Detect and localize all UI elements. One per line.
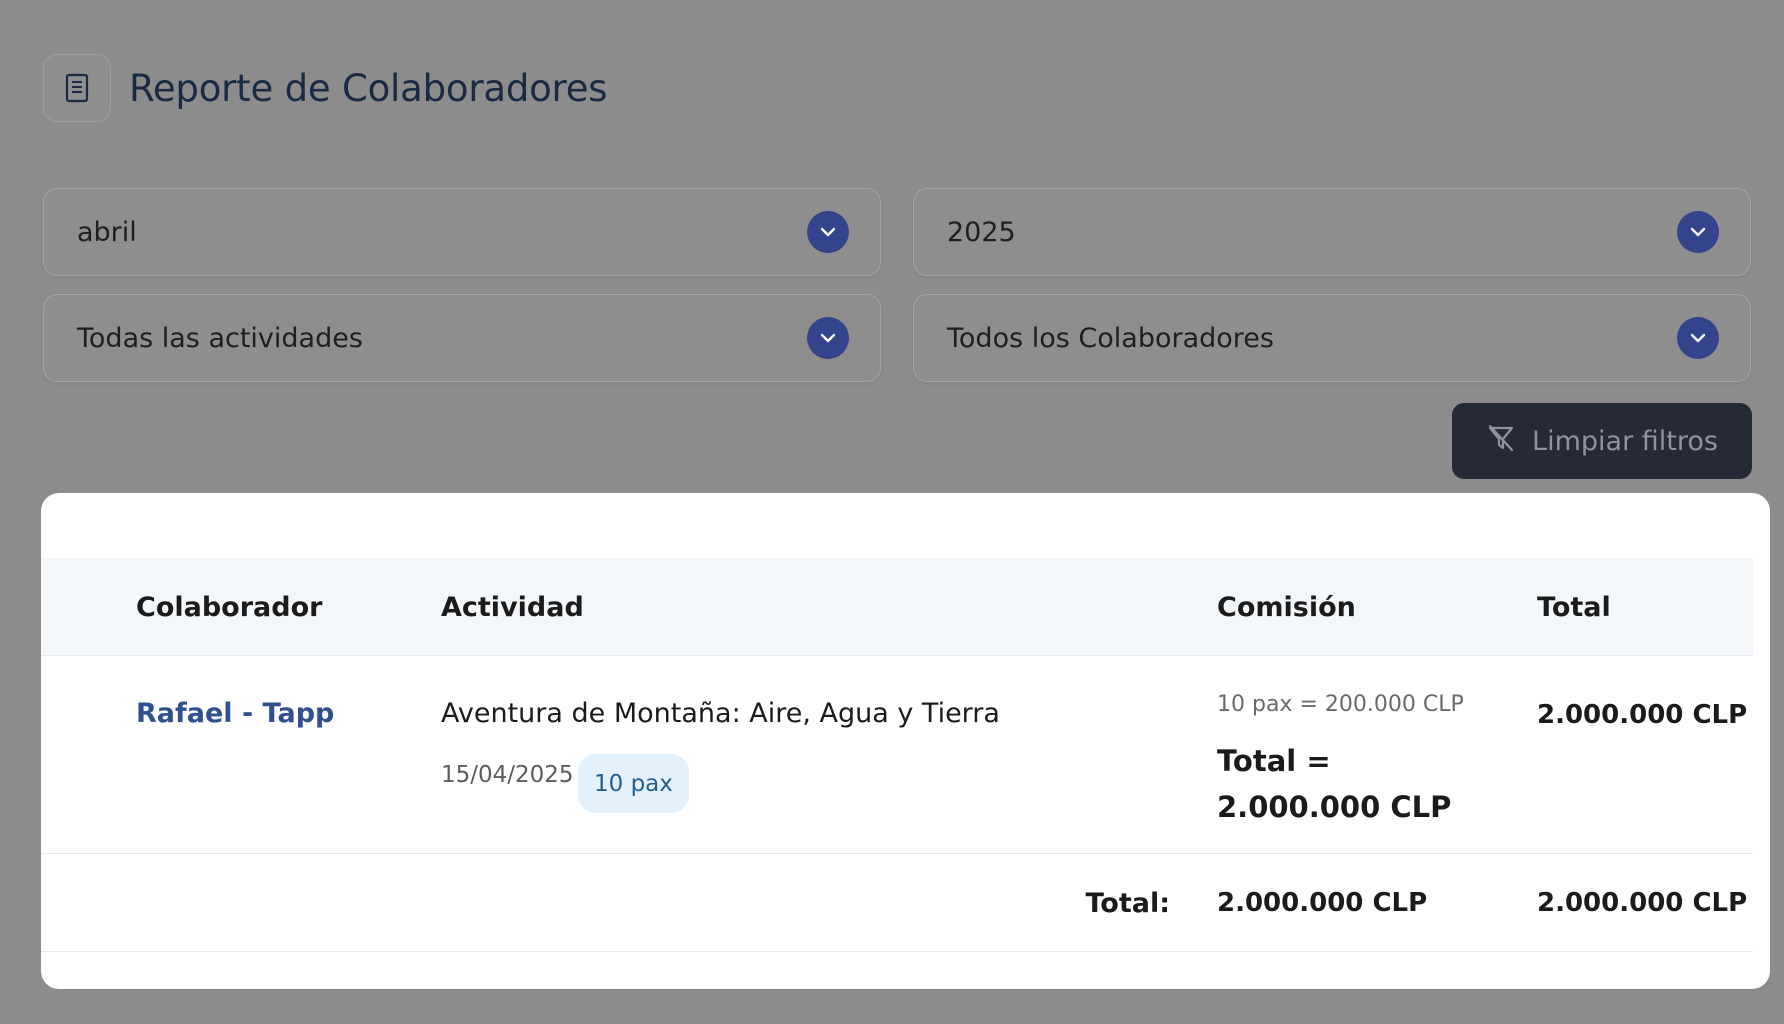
activity-date: 15/04/2025 [441,762,574,788]
collaborator-link[interactable]: Rafael - Tapp [136,698,334,729]
row-total: 2.000.000 CLP [1537,700,1748,730]
year-select-value: 2025 [947,216,1016,248]
clear-filters-button[interactable]: Limpiar filtros [1452,403,1752,479]
document-icon [43,54,111,122]
collaborator-select-value: Todos los Colaboradores [947,322,1274,354]
column-header-colaborador: Colaborador [136,591,323,623]
activity-name: Aventura de Montaña: Aire, Agua y Tierra [441,698,1000,729]
month-select[interactable]: abril [43,188,881,276]
footer-grand-total: 2.000.000 CLP [1537,888,1748,918]
page-header: Reporte de Colaboradores [43,54,608,122]
footer-commission-total: 2.000.000 CLP [1217,888,1428,918]
chevron-down-icon [1677,317,1719,359]
filter-off-icon [1486,423,1516,460]
clear-filters-label: Limpiar filtros [1532,425,1718,457]
activity-select[interactable]: Todas las actividades [43,294,881,382]
chevron-down-icon [1677,211,1719,253]
column-header-total: Total [1537,591,1611,623]
footer-total-label: Total: [1085,887,1170,919]
commission-detail: 10 pax = 200.000 CLP [1217,692,1464,717]
year-select[interactable]: 2025 [913,188,1751,276]
activity-select-value: Todas las actividades [77,322,363,354]
pax-badge: 10 pax [578,754,689,813]
month-select-value: abril [77,216,137,248]
page-title: Reporte de Colaboradores [129,66,608,110]
commission-total: Total = 2.000.000 CLP [1217,744,1452,824]
table-header: Colaborador Actividad Comisión Total [41,558,1753,656]
column-header-actividad: Actividad [441,591,584,623]
collaborator-select[interactable]: Todos los Colaboradores [913,294,1751,382]
table-footer: Total: 2.000.000 CLP 2.000.000 CLP [41,854,1753,952]
chevron-down-icon [807,211,849,253]
report-card: Colaborador Actividad Comisión Total Raf… [41,493,1770,989]
table-row: Rafael - Tapp Aventura de Montaña: Aire,… [41,656,1753,854]
page: Reporte de Colaboradores abril 2025 Toda… [0,0,1784,1024]
column-header-comision: Comisión [1217,591,1356,623]
chevron-down-icon [807,317,849,359]
